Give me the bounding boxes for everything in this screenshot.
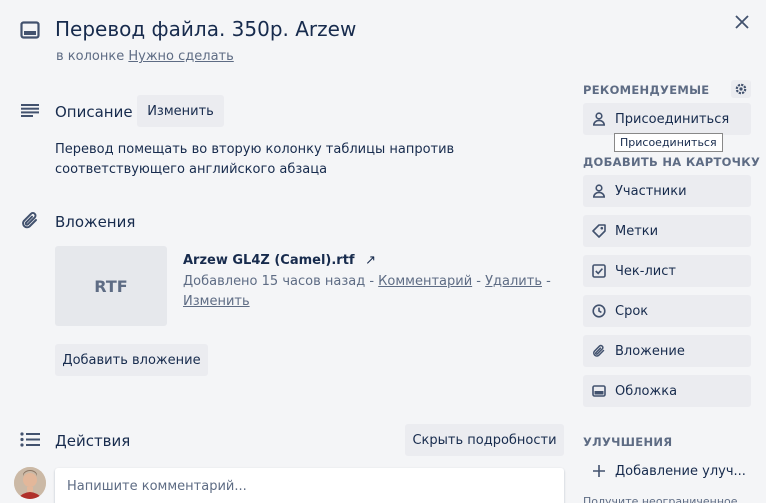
attachment-thumbnail[interactable]: RTF (55, 246, 167, 326)
add-to-card-heading: ДОБАВИТЬ НА КАРТОЧКУ (583, 155, 761, 169)
suggested-heading: РЕКОМЕНДУЕМЫЕ (583, 83, 710, 97)
attachment-label: Вложение (615, 343, 685, 359)
due-date-button[interactable]: Срок (583, 295, 751, 327)
description-icon (21, 104, 39, 117)
cover-icon (592, 385, 606, 397)
join-label: Присоединиться (615, 111, 730, 127)
attachment-edit-link[interactable]: Изменить (183, 294, 250, 309)
card-title[interactable]: Перевод файла. 350р. Arzew (55, 17, 356, 41)
column-info: в колонке Нужно сделать (56, 49, 234, 64)
activity-icon (20, 432, 40, 447)
add-attachment-button[interactable]: Добавить вложение (55, 344, 208, 376)
join-tooltip: Присоединиться (614, 133, 723, 152)
add-powerup-button[interactable]: Добавление улуч... (583, 455, 751, 487)
hide-details-button[interactable]: Скрыть подробности (405, 424, 564, 456)
due-date-label: Срок (615, 303, 649, 319)
person-icon (592, 184, 606, 198)
attachment-name[interactable]: Arzew GL4Z (Camel).rtf ↗ (183, 253, 376, 268)
attachment-delete-link[interactable]: Удалить (485, 274, 542, 289)
cover-button[interactable]: Обложка (583, 375, 751, 407)
join-button[interactable]: Присоединиться (583, 103, 751, 135)
attachment-added: Добавлено 15 часов назад (183, 274, 366, 289)
paperclip-icon (22, 212, 37, 229)
edit-description-button[interactable]: Изменить (137, 95, 224, 127)
cover-label: Обложка (615, 383, 678, 399)
tag-icon (592, 224, 606, 238)
attachment-button[interactable]: Вложение (583, 335, 751, 367)
card-icon (20, 21, 40, 39)
column-link[interactable]: Нужно сделать (128, 49, 233, 64)
checklist-icon (592, 264, 606, 278)
add-powerup-label: Добавление улуч... (615, 463, 746, 479)
paperclip-icon (593, 344, 605, 357)
close-icon[interactable] (735, 15, 749, 29)
gear-icon[interactable] (731, 80, 751, 98)
clock-icon (592, 304, 606, 318)
attachments-heading: Вложения (55, 213, 136, 231)
description-heading: Описание (55, 103, 133, 121)
labels-label: Метки (615, 223, 659, 239)
attachment-comment-link[interactable]: Комментарий (378, 274, 472, 289)
attachment-meta: Добавлено 15 часов назад - Комментарий -… (183, 274, 551, 309)
checklist-button[interactable]: Чек-лист (583, 255, 751, 287)
members-button[interactable]: Участники (583, 175, 751, 207)
checklist-label: Чек-лист (615, 263, 676, 279)
comment-input[interactable]: Напишите комментарий... (55, 468, 564, 503)
description-text[interactable]: Перевод помещать во вторую колонку табли… (55, 140, 565, 180)
person-icon (592, 112, 606, 126)
attachment-filename[interactable]: Arzew GL4Z (Camel).rtf (183, 253, 355, 268)
members-label: Участники (615, 183, 687, 199)
activity-heading: Действия (55, 432, 131, 450)
avatar[interactable] (14, 467, 46, 499)
plus-icon (593, 465, 605, 477)
labels-button[interactable]: Метки (583, 215, 751, 247)
column-prefix: в колонке (56, 49, 125, 64)
powerups-heading: УЛУЧШЕНИЯ (583, 435, 673, 449)
open-external-icon[interactable]: ↗ (365, 253, 376, 268)
powerups-more-text: Получите неограниченное (583, 495, 738, 503)
